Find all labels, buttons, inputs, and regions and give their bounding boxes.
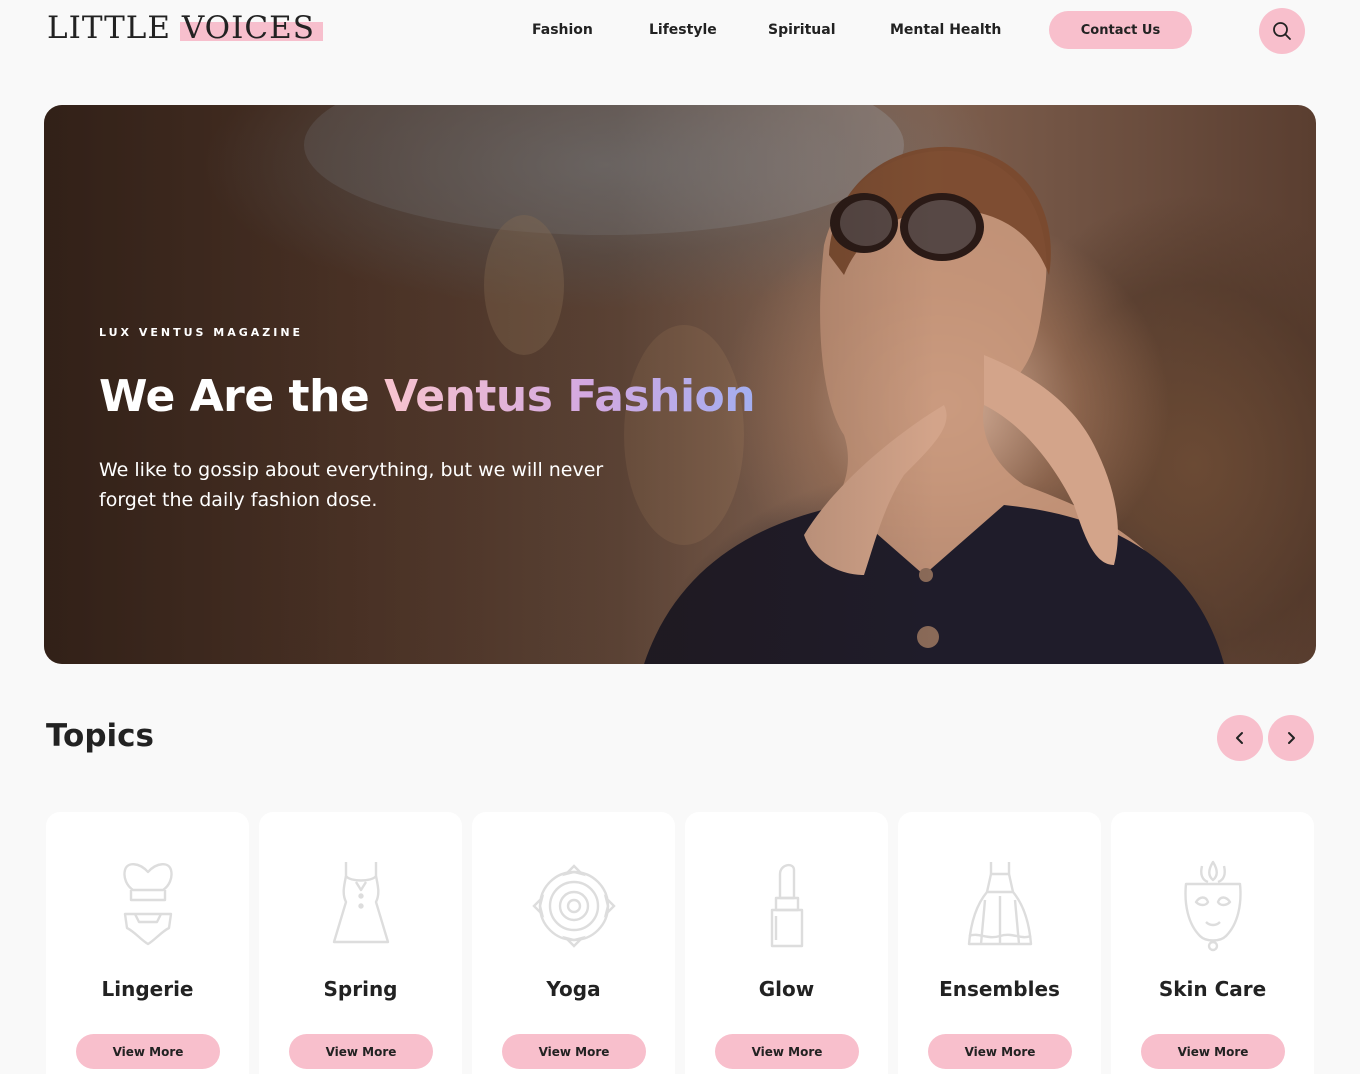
topics-carousel: Lingerie View More Spring View More Yoga… [46,812,1314,1074]
search-icon [1273,22,1291,40]
topic-card-skin-care[interactable]: Skin Care View More [1111,812,1314,1074]
topic-name: Glow [758,977,815,1001]
topic-card-lingerie[interactable]: Lingerie View More [46,812,249,1074]
hero-banner: LUX VENTUS MAGAZINE We Are the Ventus Fa… [44,105,1316,664]
face-mask-icon [1183,860,1242,952]
topic-name: Yoga [546,977,601,1001]
carousel-next-button[interactable] [1268,715,1314,761]
nav-fashion[interactable]: Fashion [532,22,593,38]
lipstick-icon [770,863,803,948]
chevron-right-icon [1288,732,1295,744]
gown-icon [967,862,1032,946]
hero-subtitle: We like to gossip about everything, but … [99,459,604,511]
hero-title-plain: We Are the [99,371,370,422]
search-button[interactable] [1259,8,1305,54]
contact-us-button[interactable]: Contact Us [1049,11,1192,49]
topic-name: Spring [323,977,398,1001]
view-more-button[interactable]: View More [76,1034,220,1069]
lingerie-icon [122,863,173,946]
nav-mental-health[interactable]: Mental Health [890,22,1001,38]
chevron-left-icon [1236,732,1243,744]
topic-name: Ensembles [939,977,1060,1001]
topic-card-glow[interactable]: Glow View More [685,812,888,1074]
view-more-button[interactable]: View More [289,1034,433,1069]
view-more-button[interactable]: View More [715,1034,859,1069]
topics-heading: Topics [46,718,154,754]
nav-spiritual[interactable]: Spiritual [768,22,836,38]
carousel-prev-button[interactable] [1217,715,1263,761]
topic-card-spring[interactable]: Spring View More [259,812,462,1074]
topic-name: Lingerie [101,977,194,1001]
topic-card-ensembles[interactable]: Ensembles View More [898,812,1101,1074]
hero-title: We Are the Ventus Fashion [99,371,756,422]
view-more-button[interactable]: View More [928,1034,1072,1069]
topic-card-yoga[interactable]: Yoga View More [472,812,675,1074]
topic-name: Skin Care [1158,977,1267,1001]
view-more-button[interactable]: View More [502,1034,646,1069]
chakra-icon [531,864,616,948]
dress-icon [332,862,389,944]
hero-kicker: LUX VENTUS MAGAZINE [99,326,304,339]
view-more-button[interactable]: View More [1141,1034,1285,1069]
nav-lifestyle[interactable]: Lifestyle [649,22,717,38]
hero-title-accent: Ventus Fashion [384,371,756,422]
